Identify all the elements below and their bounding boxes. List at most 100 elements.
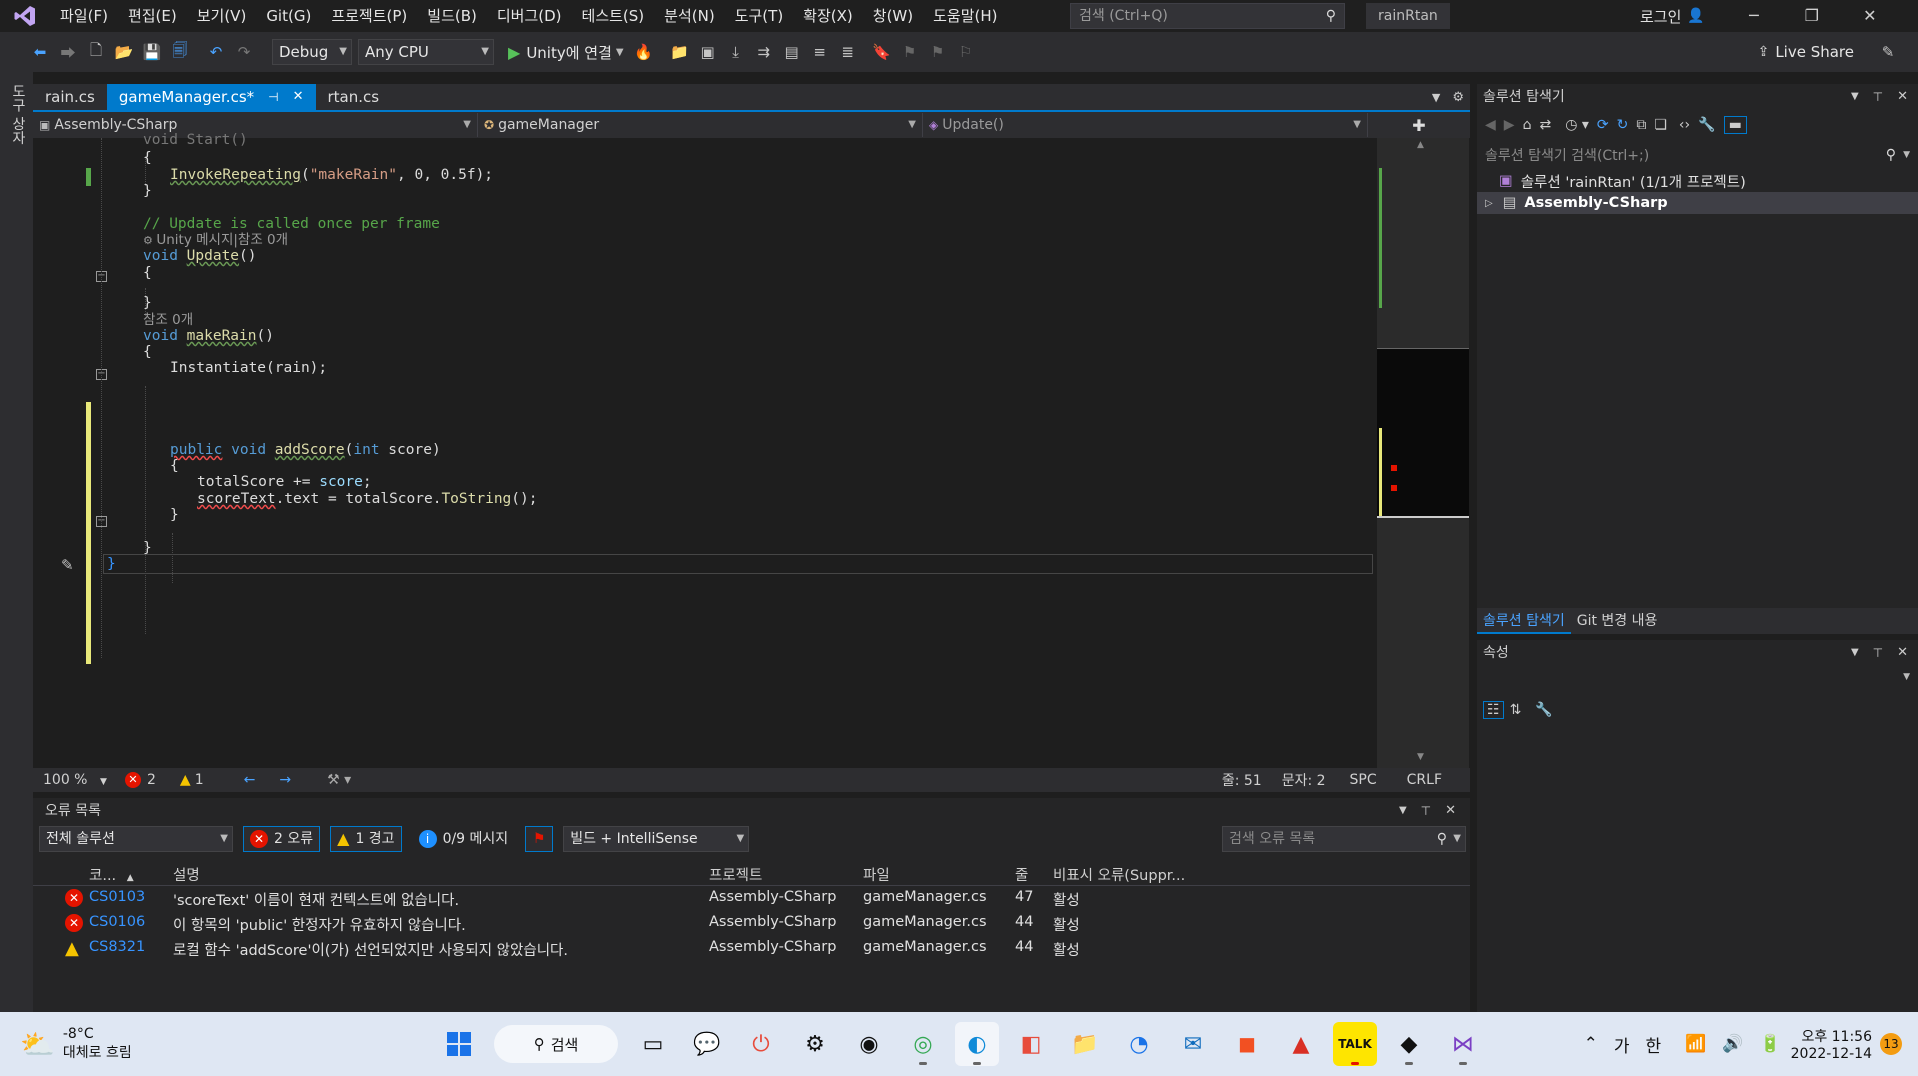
menu-analyze[interactable]: 분석(N)	[654, 0, 725, 32]
office-icon[interactable]: ◧	[1009, 1022, 1053, 1066]
view-code-icon[interactable]: ‹›	[1679, 117, 1690, 133]
warning-count[interactable]: ▲ 1	[180, 772, 204, 788]
kakaotalk-icon[interactable]: TALK	[1333, 1022, 1377, 1066]
settings-icon[interactable]: ⚙	[793, 1022, 837, 1066]
close-icon[interactable]: ✕	[1897, 84, 1908, 110]
menu-tools[interactable]: 도구(T)	[725, 0, 793, 32]
menu-debug[interactable]: 디버그(D)	[487, 0, 572, 32]
refresh-icon[interactable]: ↻	[1617, 117, 1629, 133]
errors-filter-button[interactable]: ✕ 2 오류	[243, 826, 321, 852]
col-project[interactable]: 프로젝트	[709, 864, 762, 885]
expand-icon[interactable]: ▷	[1485, 198, 1493, 209]
redo-icon[interactable]: ↷	[232, 40, 256, 64]
panel-menu-icon[interactable]: ▼	[1851, 84, 1859, 110]
back-icon[interactable]: ⬅	[28, 40, 52, 64]
search-input[interactable]: 검색 (Ctrl+Q) ⚲	[1070, 3, 1345, 29]
next-bookmark-icon[interactable]: ⚑	[926, 40, 950, 64]
pin-icon[interactable]: ⊤	[1873, 84, 1883, 110]
pin-icon[interactable]: ⊤	[1873, 640, 1883, 666]
col-line[interactable]: 줄	[1015, 864, 1028, 885]
switch-view-icon[interactable]: ⇄	[1539, 117, 1551, 133]
error-code-link[interactable]: CS0106	[89, 914, 145, 930]
tab-solution-explorer[interactable]: 솔루션 탐색기	[1477, 608, 1571, 634]
error-count[interactable]: ✕ 2	[125, 772, 156, 788]
menu-edit[interactable]: 편집(E)	[118, 0, 187, 32]
col-description[interactable]: 설명	[173, 864, 200, 885]
config-select[interactable]: Debug ▼	[272, 39, 352, 65]
format-icon[interactable]: ⇉	[752, 40, 776, 64]
close-icon[interactable]: ✕	[293, 84, 304, 110]
bookmark-icon[interactable]: 🔖	[870, 40, 894, 64]
filter-toggle-button[interactable]: ⚑	[525, 826, 554, 852]
nav-forward-icon[interactable]: →	[279, 772, 291, 788]
forward-icon[interactable]: ▶	[1504, 117, 1515, 133]
tab-gamemanager-cs[interactable]: gameManager.cs* ⊣ ✕	[106, 84, 316, 110]
clear-bookmark-icon[interactable]: ⚐	[954, 40, 978, 64]
edge-icon[interactable]: ◐	[955, 1022, 999, 1066]
menu-git[interactable]: Git(G)	[256, 0, 321, 32]
search-app-icon[interactable]: ◔	[1117, 1022, 1161, 1066]
toolbox-tab[interactable]: 도구 상자	[8, 84, 28, 144]
pending-changes-icon[interactable]: ◷ ▾	[1565, 117, 1589, 133]
volume-icon[interactable]: 🔊	[1722, 1034, 1743, 1054]
home-icon[interactable]: ⌂	[1523, 117, 1532, 133]
file-explorer-icon[interactable]: 📁	[1063, 1022, 1107, 1066]
scroll-up-icon[interactable]: ▲	[1417, 140, 1424, 150]
menu-extensions[interactable]: 확장(X)	[793, 0, 863, 32]
minimize-button[interactable]: ─	[1725, 0, 1783, 32]
col-file[interactable]: 파일	[863, 864, 890, 885]
app-red-icon[interactable]: ▲	[1279, 1022, 1323, 1066]
table-row[interactable]: ✕ CS0106 이 항목의 'public' 한정자가 유효하지 않습니다. …	[33, 911, 1470, 936]
visual-studio-icon[interactable]: ⋈	[1441, 1022, 1485, 1066]
table-row[interactable]: ▲ CS8321 로컬 함수 'addScore'이(가) 선언되었지만 사용되…	[33, 936, 1470, 961]
tray-overflow-icon[interactable]: ⌃	[1584, 1034, 1598, 1054]
menu-view[interactable]: 보기(V)	[187, 0, 257, 32]
cleanup-icon[interactable]: ⚒ ▾	[327, 772, 351, 788]
platform-select[interactable]: Any CPU ▼	[358, 39, 494, 65]
error-code-link[interactable]: CS8321	[89, 939, 145, 955]
panel-menu-icon[interactable]: ▼	[1851, 640, 1859, 666]
close-icon[interactable]: ✕	[1445, 798, 1456, 824]
photos-icon[interactable]: ◉	[847, 1022, 891, 1066]
alphabetical-icon[interactable]: ⇅	[1510, 702, 1522, 718]
scope-select[interactable]: 전체 솔루션 ▼	[39, 826, 233, 852]
categorized-icon[interactable]: ☷	[1483, 701, 1504, 719]
pin-icon[interactable]: ⊤	[1421, 798, 1431, 824]
comment-icon[interactable]: ≡	[808, 40, 832, 64]
screenshot-icon[interactable]: ▣	[696, 40, 720, 64]
prev-bookmark-icon[interactable]: ⚑	[898, 40, 922, 64]
start-button[interactable]	[437, 1022, 481, 1066]
step-icon[interactable]: ⤓	[724, 40, 748, 64]
layout-icon[interactable]: ▤	[780, 40, 804, 64]
col-code[interactable]: 코... ▲	[89, 864, 134, 885]
undo-icon[interactable]: ↶	[204, 40, 228, 64]
save-all-icon[interactable]: 🗐	[168, 40, 192, 64]
settings-gear-icon[interactable]: ⚙	[1452, 90, 1464, 105]
object-select[interactable]: ▼	[1477, 668, 1918, 692]
quick-action-icon[interactable]: ✎	[61, 556, 74, 574]
battery-icon[interactable]: 🔋	[1759, 1034, 1780, 1054]
open-icon[interactable]: 📂	[112, 40, 136, 64]
collapse-all-icon[interactable]: ⧉	[1636, 117, 1646, 133]
pin-icon[interactable]: ⊣	[268, 84, 278, 110]
messages-filter-button[interactable]: i 0/9 메시지	[412, 826, 516, 852]
menu-help[interactable]: 도움말(H)	[923, 0, 1007, 32]
unity-icon[interactable]: ◆	[1387, 1022, 1431, 1066]
app-orange-icon[interactable]: ◼	[1225, 1022, 1269, 1066]
code-editor[interactable]: − − − void Start() { InvokeRepeating("ma…	[33, 132, 1377, 768]
tab-git-changes[interactable]: Git 변경 내용	[1571, 608, 1664, 634]
menu-window[interactable]: 창(W)	[863, 0, 923, 32]
uncomment-icon[interactable]: ≣	[836, 40, 860, 64]
menu-project[interactable]: 프로젝트(P)	[321, 0, 417, 32]
menu-build[interactable]: 빌드(B)	[417, 0, 487, 32]
clock[interactable]: 오후 11:56 2022-12-14	[1791, 1026, 1872, 1062]
tab-overflow-icon[interactable]: ▼	[1432, 91, 1440, 104]
scroll-down-icon[interactable]: ▼	[1417, 752, 1424, 762]
nav-back-icon[interactable]: ←	[244, 772, 256, 788]
solution-search-input[interactable]: 솔루션 탐색기 검색(Ctrl+;) ⚲ ▼	[1477, 142, 1918, 168]
menu-test[interactable]: 테스트(S)	[572, 0, 655, 32]
col-suppression[interactable]: 비표시 오류(Suppr...	[1053, 864, 1185, 885]
login-label[interactable]: 로그인	[1640, 6, 1681, 27]
task-view-icon[interactable]: ▭	[631, 1022, 675, 1066]
tree-item-solution[interactable]: ▣ 솔루션 'rainRtan' (1/1개 프로젝트)	[1477, 170, 1918, 192]
